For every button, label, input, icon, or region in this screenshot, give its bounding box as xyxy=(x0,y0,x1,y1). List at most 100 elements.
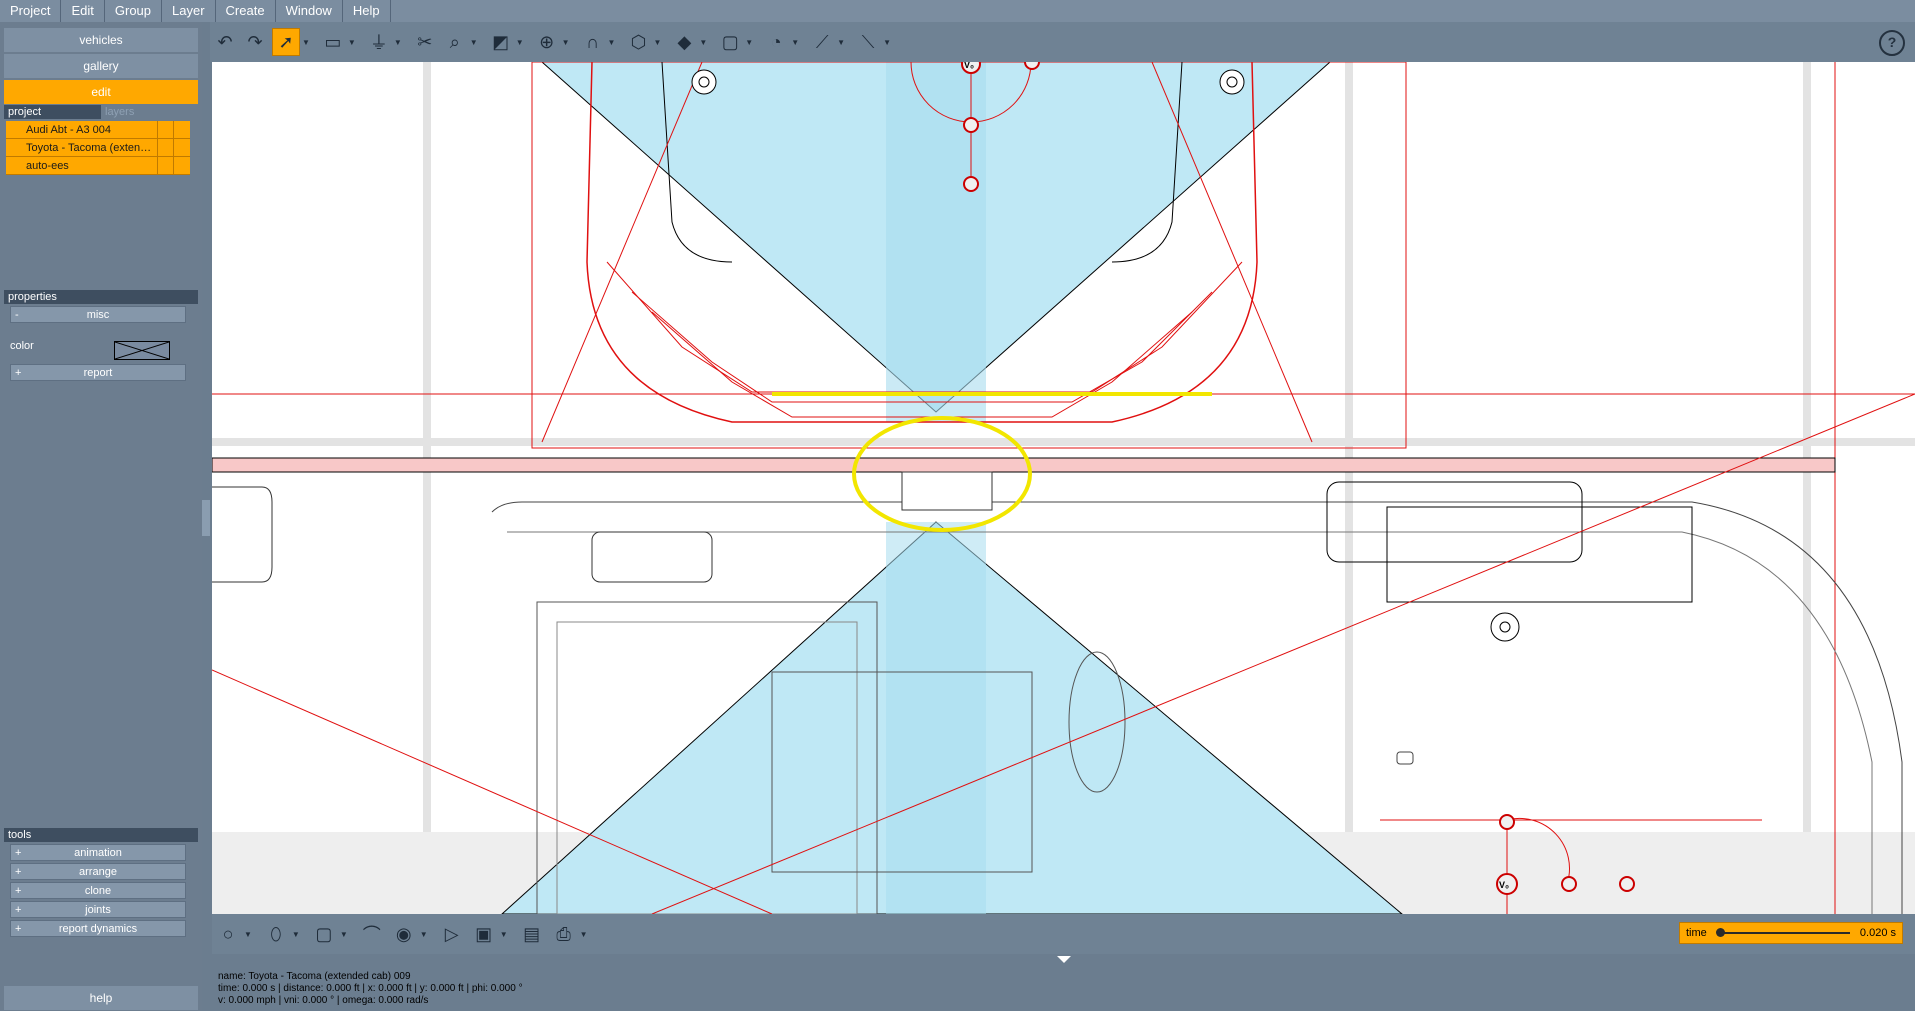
visibility-toggle[interactable] xyxy=(157,157,174,174)
color-swatch[interactable] xyxy=(114,341,170,360)
ruler-caret-icon[interactable]: ▼ xyxy=(883,38,891,47)
properties-title: properties xyxy=(4,290,198,304)
measure-icon[interactable]: ⟋ xyxy=(809,29,835,55)
project-item[interactable]: Toyota - Tacoma (extended cab) 009 xyxy=(6,139,190,157)
vehicle-wireframe-scene[interactable]: V₀ V₀ xyxy=(212,62,1915,914)
tool-joints[interactable]: + joints xyxy=(10,901,186,918)
frame-caret-icon[interactable]: ▼ xyxy=(745,38,753,47)
edit-button[interactable]: edit xyxy=(4,80,198,104)
menu-edit[interactable]: Edit xyxy=(61,0,105,22)
pan-crosshair-icon[interactable]: ⊕ xyxy=(534,29,560,55)
square-caret-icon[interactable]: ▼ xyxy=(340,930,348,939)
menu-window[interactable]: Window xyxy=(276,0,343,22)
chevron-down-icon[interactable] xyxy=(1057,956,1071,963)
tool-label: clone xyxy=(84,885,112,897)
camera-caret-icon[interactable]: ▼ xyxy=(420,930,428,939)
tool-clone[interactable]: + clone xyxy=(10,882,186,899)
vehicles-button[interactable]: vehicles xyxy=(4,28,198,52)
select-arrow-icon[interactable]: ➚ xyxy=(272,28,300,56)
print-icon[interactable]: ⎙ xyxy=(551,921,577,947)
time-track[interactable] xyxy=(1720,932,1850,934)
visibility-toggle[interactable] xyxy=(157,121,174,138)
time-slider[interactable]: time 0.020 s xyxy=(1679,922,1903,944)
circle-shape-icon[interactable]: ○ xyxy=(215,921,241,947)
menu-bar: Project Edit Group Layer Create Window H… xyxy=(0,0,1915,22)
gauge-caret-icon[interactable]: ▼ xyxy=(791,38,799,47)
rectangle-select-icon[interactable]: ▭ xyxy=(320,29,346,55)
tool-arrange[interactable]: + arrange xyxy=(10,863,186,880)
lock-toggle[interactable] xyxy=(173,157,190,174)
status-position: time: 0.000 s | distance: 0.000 ft | x: … xyxy=(218,983,523,994)
expand-sign: + xyxy=(15,847,22,859)
main-toolbar: ↶ ↷ ➚ ▼ ▭ ▼ ⏚ ▼ ✂ ⌕ ▼ ◩ ▼ ⊕ ▼ ∩ ▼ ⬡ ▼ ◆ ▼ ▢ ▼ ◔ ▼ ⟋… xyxy=(210,22,1915,62)
funnel-select-icon[interactable]: ⏚ xyxy=(366,29,392,55)
report-label: report xyxy=(83,367,113,379)
status-bar: name: Toyota - Tacoma (extended cab) 009… xyxy=(212,954,1915,1011)
menu-group[interactable]: Group xyxy=(105,0,163,22)
zoom-icon[interactable]: ⌕ xyxy=(442,29,468,55)
tool-animation[interactable]: + animation xyxy=(10,844,186,861)
tool-report-dynamics[interactable]: + report dynamics xyxy=(10,920,186,937)
left-panel: vehicles gallery edit project layers Aud… xyxy=(0,22,202,1011)
help-icon[interactable]: ? xyxy=(1879,30,1905,56)
visibility-toggle[interactable] xyxy=(157,139,174,156)
magnet-caret-icon[interactable]: ▼ xyxy=(608,38,616,47)
velocity-marker-label: V₀ xyxy=(1499,880,1509,890)
magnet-icon[interactable]: ∩ xyxy=(580,29,606,55)
help-button[interactable]: help xyxy=(4,986,198,1010)
eraser-caret-icon[interactable]: ▼ xyxy=(699,38,707,47)
cube-caret-icon[interactable]: ▼ xyxy=(516,38,524,47)
menu-layer[interactable]: Layer xyxy=(162,0,216,22)
curve-icon[interactable]: ⌒ xyxy=(359,921,385,947)
funnel-caret-icon[interactable]: ▼ xyxy=(394,38,402,47)
tab-project[interactable]: project xyxy=(4,105,101,119)
undo-icon[interactable]: ↶ xyxy=(212,29,238,55)
project-item[interactable]: auto-ees xyxy=(6,157,190,175)
expand-sign: + xyxy=(15,923,22,935)
tool-label: animation xyxy=(74,847,122,859)
expand-sign: + xyxy=(15,367,22,379)
document-icon[interactable]: ▤ xyxy=(519,921,545,947)
lock-toggle[interactable] xyxy=(173,121,190,138)
zoom-caret-icon[interactable]: ▼ xyxy=(470,38,478,47)
frame-caret-icon[interactable]: ▼ xyxy=(500,930,508,939)
tool-label: report dynamics xyxy=(58,923,138,935)
menu-project[interactable]: Project xyxy=(0,0,62,22)
time-knob[interactable] xyxy=(1716,928,1725,937)
box-caret-icon[interactable]: ▼ xyxy=(653,38,661,47)
no-color-icon xyxy=(114,341,170,360)
project-item-label: auto-ees xyxy=(26,160,69,172)
select-caret-icon[interactable]: ▼ xyxy=(302,38,310,47)
scissors-icon[interactable]: ✂ xyxy=(412,29,438,55)
menu-help[interactable]: Help xyxy=(343,0,391,22)
canvas-viewport[interactable]: V₀ V₀ xyxy=(212,62,1915,914)
redo-icon[interactable]: ↷ xyxy=(242,29,268,55)
eraser-icon[interactable]: ◆ xyxy=(671,29,697,55)
circle-caret-icon[interactable]: ▼ xyxy=(244,930,252,939)
cube-view-icon[interactable]: ◩ xyxy=(488,29,514,55)
stop-frame-icon[interactable]: ▣ xyxy=(471,921,497,947)
camera-icon[interactable]: ◉ xyxy=(391,921,417,947)
tab-layers[interactable]: layers xyxy=(101,105,198,119)
shield-caret-icon[interactable]: ▼ xyxy=(292,930,300,939)
gallery-button[interactable]: gallery xyxy=(4,54,198,78)
pan-caret-icon[interactable]: ▼ xyxy=(562,38,570,47)
time-label: time xyxy=(1686,927,1707,939)
box-3d-icon[interactable]: ⬡ xyxy=(625,29,651,55)
frame-icon[interactable]: ▢ xyxy=(717,29,743,55)
print-caret-icon[interactable]: ▼ xyxy=(580,930,588,939)
square-shape-icon[interactable]: ▢ xyxy=(311,921,337,947)
shield-shape-icon[interactable]: ⬯ xyxy=(263,921,289,947)
gauge-icon[interactable]: ◔ xyxy=(763,29,789,55)
measure-caret-icon[interactable]: ▼ xyxy=(837,38,845,47)
report-group[interactable]: + report xyxy=(10,364,186,381)
lock-toggle[interactable] xyxy=(173,139,190,156)
rect-caret-icon[interactable]: ▼ xyxy=(348,38,356,47)
expand-sign: + xyxy=(15,904,22,916)
project-item[interactable]: Audi Abt - A3 004 xyxy=(6,121,190,139)
misc-group[interactable]: - misc xyxy=(10,306,186,323)
ruler-icon[interactable]: ⟍ xyxy=(855,29,881,55)
menu-create[interactable]: Create xyxy=(216,0,276,22)
panel-collapse-handle[interactable] xyxy=(202,500,210,536)
play-icon[interactable]: ▷ xyxy=(439,921,465,947)
